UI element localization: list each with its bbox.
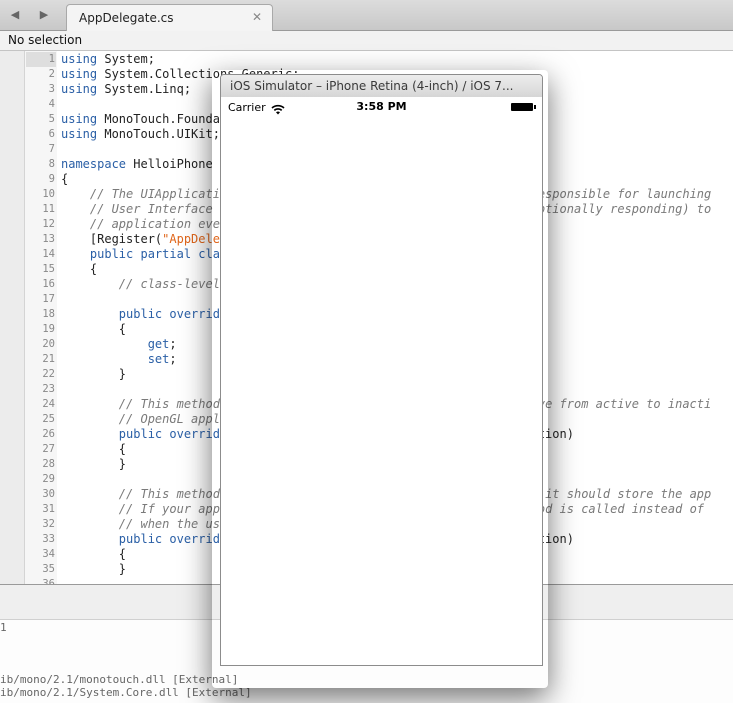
code-line: } (61, 457, 127, 471)
code-line: // application eve (89, 217, 220, 231)
line-number: 20 (42, 338, 55, 350)
back-arrow-icon[interactable]: ◀ (6, 6, 24, 24)
line-number: 3 (48, 83, 55, 95)
line-number: 5 (48, 113, 55, 125)
line-number: 31 (42, 503, 55, 515)
code-line: using System; (61, 52, 155, 66)
code-line: { (61, 322, 127, 336)
line-number: 22 (42, 368, 55, 380)
code-line: { (61, 262, 98, 276)
code-line: [Register("AppDele (61, 232, 220, 246)
output-line: ib/mono/2.1/monotouch.dll [External] (0, 673, 239, 686)
line-number: 32 (42, 518, 55, 530)
line-number: 33 (42, 533, 55, 545)
code-line: using System.Linq; (61, 82, 192, 96)
code-line: using MonoTouch.Founda (61, 112, 220, 126)
line-number: 16 (42, 278, 55, 290)
line-number: 15 (42, 263, 55, 275)
line-number: 19 (42, 323, 55, 335)
tab-label: AppDelegate.cs (79, 11, 174, 25)
selection-bar: No selection (0, 31, 733, 51)
close-icon[interactable]: ✕ (252, 10, 262, 24)
status-time: 3:58 PM (356, 100, 407, 113)
line-number: 21 (42, 353, 55, 365)
output-line: ib/mono/2.1/System.Core.dll [External] (0, 686, 252, 699)
line-number: 29 (42, 473, 55, 485)
battery-terminal (534, 105, 536, 109)
line-number: 34 (42, 548, 55, 560)
output-line-number: 1 (0, 621, 7, 634)
code-line: } (61, 367, 127, 381)
code-line: set; (147, 352, 177, 366)
line-number: 14 (42, 248, 55, 260)
line-number: 12 (42, 218, 55, 230)
code-line: using MonoTouch.UIKit; (61, 127, 220, 141)
line-number: 35 (42, 563, 55, 575)
simulator-title-bar[interactable]: iOS Simulator – iPhone Retina (4-inch) /… (221, 75, 542, 98)
line-number: 36 (42, 578, 55, 585)
ios-simulator-window[interactable]: iOS Simulator – iPhone Retina (4-inch) /… (220, 74, 543, 666)
line-number: 11 (42, 203, 55, 215)
tab-appdelegate[interactable]: AppDelegate.cs ✕ (66, 4, 273, 32)
line-number: 4 (48, 98, 55, 110)
line-number: 1 (48, 53, 55, 65)
code-line: // OpenGL appl (118, 412, 220, 426)
ios-status-bar: Carrier 3:58 PM (221, 97, 542, 117)
code-line: namespace HelloiPhone (61, 157, 213, 171)
line-number: 27 (42, 443, 55, 455)
line-number: 23 (42, 383, 55, 395)
line-number: 17 (42, 293, 55, 305)
line-number: 6 (48, 128, 55, 140)
line-number: 8 (48, 158, 55, 170)
line-number: 26 (42, 428, 55, 440)
battery-icon (511, 103, 533, 111)
simulator-title: iOS Simulator – iPhone Retina (4-inch) /… (230, 79, 514, 93)
line-number: 18 (42, 308, 55, 320)
selection-label: No selection (8, 33, 83, 47)
line-number: 13 (42, 233, 55, 245)
line-number: 7 (48, 143, 55, 155)
code-line: { (61, 442, 127, 456)
code-line: // when the us (118, 517, 220, 531)
editor-margin (0, 51, 25, 584)
line-number: 24 (42, 398, 55, 410)
line-number: 9 (48, 173, 55, 185)
line-number: 2 (48, 68, 55, 80)
forward-arrow-icon[interactable]: ▶ (35, 6, 53, 24)
code-line: { (61, 547, 127, 561)
editor-tab-bar: ◀ ▶ AppDelegate.cs ✕ (0, 0, 733, 32)
code-line: public partial cla (89, 247, 220, 261)
app-screen[interactable] (221, 117, 542, 665)
line-number: 28 (42, 458, 55, 470)
code-line: get; (147, 337, 177, 351)
line-number: 25 (42, 413, 55, 425)
line-number: 30 (42, 488, 55, 500)
code-line: { (61, 172, 69, 186)
code-line: } (61, 562, 127, 576)
code-line: public override (118, 307, 228, 321)
line-number: 10 (42, 188, 55, 200)
code-line: // class-level (118, 277, 220, 291)
